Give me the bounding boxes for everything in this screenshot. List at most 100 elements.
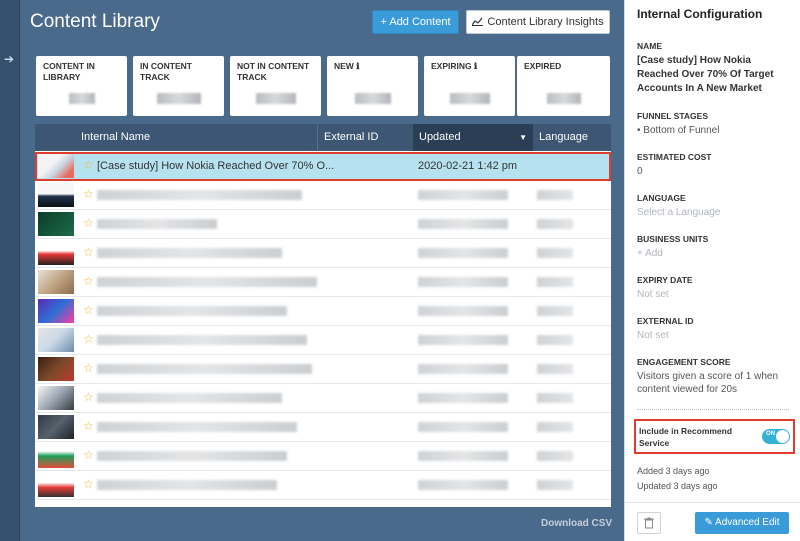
updated-blurred [418,306,508,316]
trash-icon [644,517,654,529]
stat-label: IN CONTENT TRACK [140,61,192,82]
page-title: Content Library [30,11,160,32]
table-row[interactable]: ☆ [35,384,611,413]
name-blurred [97,306,287,316]
table-row[interactable]: ☆ [35,268,611,297]
name-blurred [97,248,282,258]
col-updated-label: Updated [419,131,461,143]
advanced-edit-label: Advanced Edit [715,517,780,528]
star-icon[interactable]: ☆ [83,362,94,374]
download-csv-link[interactable]: Download CSV [541,518,612,529]
engagement-score-label: ENGAGEMENT SCORE [637,357,731,367]
language-blurred [537,219,573,229]
recommend-service-toggle[interactable]: ON [762,429,790,444]
star-icon[interactable]: ☆ [83,304,94,316]
expiry-date-label: EXPIRY DATE [637,275,693,285]
insights-label: Content Library Insights [487,16,604,28]
chart-icon [471,11,484,33]
updated-blurred [418,190,508,200]
content-library-main: Content Library + Add Content Content Li… [20,0,624,541]
name-label: NAME [637,41,663,51]
name-blurred [97,393,282,403]
thumbnail-image [38,154,74,178]
col-external-id[interactable]: External ID [317,124,413,151]
star-icon[interactable]: ☆ [83,159,94,171]
row-internal-name: [Case study] How Nokia Reached Over 70% … [97,160,335,172]
language-blurred [537,451,573,461]
name-blurred [97,219,217,229]
table-row-selected[interactable]: ☆ [Case study] How Nokia Reached Over 70… [35,152,611,181]
add-content-button[interactable]: + Add Content [372,10,459,34]
content-table: Internal Name External ID Updated ▼ Langu… [35,124,611,507]
name-blurred [97,277,317,287]
updated-blurred [418,277,508,287]
star-icon[interactable]: ☆ [83,420,94,432]
internal-configuration-panel: Internal Configuration NAME [Case study]… [624,0,800,541]
table-row[interactable]: ☆ [35,181,611,210]
divider [637,409,789,410]
content-library-insights-button[interactable]: Content Library Insights [466,10,610,34]
language-blurred [537,306,573,316]
delete-button[interactable] [637,512,661,534]
star-icon[interactable]: ☆ [83,391,94,403]
table-row[interactable]: ☆ [35,442,611,471]
thumbnail-image [38,328,74,352]
name-blurred [97,190,302,200]
table-row[interactable]: ☆ [35,297,611,326]
advanced-edit-button[interactable]: ✎ Advanced Edit [695,512,789,534]
thumbnail-image [38,212,74,236]
table-row[interactable]: ☆ [35,210,611,239]
language-blurred [537,335,573,345]
thumbnail-image [38,386,74,410]
info-icon[interactable]: ℹ [356,61,359,71]
language-blurred [537,422,573,432]
star-icon[interactable]: ☆ [83,478,94,490]
updated-blurred [418,335,508,345]
name-value[interactable]: [Case study] How Nokia Reached Over 70% … [637,54,792,96]
stat-card-expired: EXPIRED [517,56,610,116]
thumbnail-image [38,270,74,294]
star-icon[interactable]: ☆ [83,275,94,287]
col-internal-name[interactable]: Internal Name [75,124,317,151]
table-row[interactable]: ☆ [35,326,611,355]
star-icon[interactable]: ☆ [83,246,94,258]
add-business-unit-button[interactable]: + Add [637,247,663,260]
stat-value-blurred [546,93,581,104]
updated-blurred [418,451,508,461]
table-row[interactable]: ☆ [35,239,611,268]
funnel-stage-value[interactable]: • Bottom of Funnel [637,124,719,137]
sort-down-icon[interactable]: ▼ [519,124,527,151]
stat-card-in-content-track: IN CONTENT TRACK [133,56,224,116]
star-icon[interactable]: ☆ [83,188,94,200]
table-header: Internal Name External ID Updated ▼ Langu… [35,124,611,151]
updated-blurred [418,422,508,432]
expiry-date-value[interactable]: Not set [637,288,669,301]
panel-footer: ✎ Advanced Edit [625,502,800,541]
stat-label: EXPIRED [524,61,562,71]
language-blurred [537,480,573,490]
external-id-label: EXTERNAL ID [637,316,694,326]
collapsed-sidebar: ➔ [0,0,20,541]
language-select[interactable]: Select a Language [637,206,720,219]
table-row[interactable]: ☆ [35,500,611,507]
expand-arrow-icon[interactable]: ➔ [4,52,14,66]
table-row[interactable]: ☆ [35,413,611,442]
table-row[interactable]: ☆ [35,471,611,500]
name-blurred [97,480,277,490]
table-row[interactable]: ☆ [35,355,611,384]
col-language[interactable]: Language [533,124,611,151]
row-updated: 2020-02-21 1:42 pm [418,160,518,172]
info-icon[interactable]: ℹ [474,61,477,71]
star-icon[interactable]: ☆ [83,217,94,229]
star-icon[interactable]: ☆ [83,333,94,345]
col-updated[interactable]: Updated ▼ [413,124,533,151]
panel-title: Internal Configuration [637,7,763,21]
recommend-service-label: Include in Recommend Service [639,426,733,448]
business-units-label: BUSINESS UNITS [637,234,709,244]
external-id-value[interactable]: Not set [637,329,669,342]
estimated-cost-value[interactable]: 0 [637,165,643,178]
star-icon[interactable]: ☆ [83,449,94,461]
updated-timestamp: Updated 3 days ago [637,481,718,491]
funnel-stages-label: FUNNEL STAGES [637,111,708,121]
stat-value-blurred [255,93,296,104]
